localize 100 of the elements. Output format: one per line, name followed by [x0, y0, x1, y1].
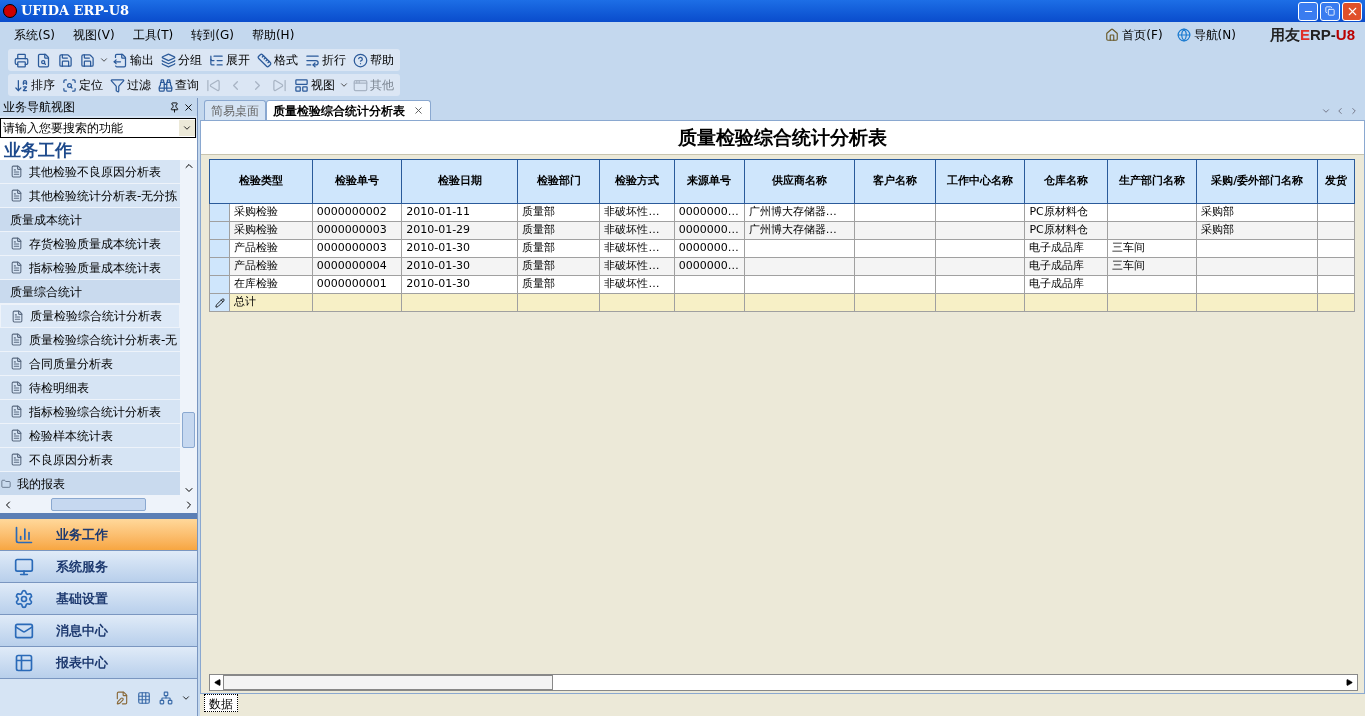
column-header[interactable]: 检验类型 [209, 159, 313, 204]
table-cell: 2010-01-30 [401, 257, 518, 276]
table-cell: 质量部 [517, 221, 600, 240]
tab-left-icon[interactable] [1335, 106, 1345, 116]
document-icon[interactable] [115, 690, 129, 705]
hierarchy-icon[interactable] [159, 690, 173, 705]
close-icon[interactable] [413, 105, 424, 116]
first-icon [206, 77, 221, 93]
table-cell: 广州博大存储器… [744, 203, 855, 222]
vertical-scrollbar[interactable] [180, 160, 197, 496]
restore-button[interactable] [1320, 1, 1340, 21]
toolbar-button[interactable]: 视图 [291, 75, 338, 95]
dropdown-caret-icon[interactable] [99, 55, 109, 65]
tab-right-icon[interactable] [1349, 106, 1359, 116]
menu-item[interactable]: 系统(S) [12, 26, 57, 44]
toolbar-button[interactable]: 定位 [59, 75, 106, 95]
column-header[interactable]: 采购/委外部门名称 [1196, 159, 1318, 204]
toolbar-button[interactable]: 分组 [158, 50, 205, 70]
total-label: 总计 [229, 293, 313, 312]
toolbar-button[interactable]: 过滤 [107, 75, 154, 95]
toolbar-button[interactable]: 格式 [254, 50, 301, 70]
table-cell [1317, 203, 1355, 222]
table-cell: 电子成品库 [1024, 275, 1108, 294]
scroll-thumb[interactable] [223, 675, 553, 690]
document-tab[interactable]: 简易桌面 [204, 100, 266, 120]
table-cell: 产品检验 [229, 257, 313, 276]
header-link[interactable]: 导航(N) [1176, 26, 1236, 44]
tree-item[interactable]: 质量检验综合统计分析表 [0, 304, 180, 328]
edit-icon [214, 297, 225, 308]
document-arrow-icon [113, 52, 128, 68]
pin-icon[interactable] [169, 101, 180, 113]
column-header[interactable]: 发货 [1317, 159, 1355, 204]
table-cell: 2010-01-29 [401, 221, 518, 240]
menu-item[interactable]: 视图(V) [71, 26, 117, 44]
close-button[interactable] [1342, 1, 1362, 21]
scroll-right-icon[interactable] [1346, 679, 1353, 686]
tree-group[interactable]: 我的报表 [0, 472, 180, 496]
column-header[interactable]: 客户名称 [854, 159, 936, 204]
column-header[interactable]: 工作中心名称 [935, 159, 1025, 204]
menu-item[interactable]: 帮助(H) [249, 26, 297, 44]
report-title: 质量检验综合统计分析表 [677, 125, 888, 151]
table-cell: 质量部 [517, 239, 600, 258]
column-header[interactable]: 生产部门名称 [1107, 159, 1197, 204]
home-icon [1105, 28, 1120, 42]
document-tab[interactable]: 质量检验综合统计分析表 [266, 100, 431, 120]
report-icon [11, 309, 24, 323]
report-icon [10, 381, 23, 394]
report-icon [10, 165, 23, 178]
nav-section-button[interactable]: 系统服务 [0, 551, 197, 583]
close-icon[interactable] [183, 101, 194, 113]
column-header[interactable]: 检验单号 [312, 159, 402, 204]
printer-icon [14, 52, 29, 68]
scroll-thumb[interactable] [182, 412, 195, 448]
table-cell: 0000000… [674, 257, 745, 276]
sheet-tab[interactable]: 数据 [204, 694, 238, 712]
search-field[interactable]: 请输入您要搜索的功能 [0, 118, 196, 138]
horizontal-scrollbar[interactable] [0, 496, 197, 513]
dropdown-caret-icon[interactable] [339, 80, 349, 90]
nav-section-button[interactable]: 报表中心 [0, 647, 197, 679]
report-icon [10, 453, 23, 466]
table-cell: 非破坏性… [599, 221, 675, 240]
preview-icon [36, 52, 51, 68]
table-cell: 质量部 [517, 275, 600, 294]
header-link[interactable]: 首页(F) [1105, 26, 1163, 44]
table-cell: 0000000002 [312, 203, 402, 222]
column-header[interactable]: 供应商名称 [744, 159, 855, 204]
report-icon [10, 357, 23, 370]
toolbar-button[interactable]: 输出 [110, 50, 157, 70]
nav-section-button[interactable]: 基础设置 [0, 583, 197, 615]
last-icon [272, 77, 287, 93]
table-cell: PC原材料仓 [1024, 221, 1108, 240]
tree-group[interactable]: 质量成本统计 [0, 208, 180, 232]
horizontal-scrollbar[interactable] [209, 674, 1358, 691]
tree-group[interactable]: 质量综合统计 [0, 280, 180, 304]
table-cell: 采购检验 [229, 221, 313, 240]
minimize-button[interactable] [1298, 1, 1318, 21]
column-header[interactable]: 检验方式 [599, 159, 675, 204]
report-icon [10, 261, 23, 274]
column-header[interactable]: 来源单号 [674, 159, 745, 204]
toolbar-button[interactable]: 帮助 [350, 50, 397, 70]
table-cell: 三车间 [1107, 257, 1197, 276]
scroll-thumb[interactable] [51, 498, 146, 511]
panel-title: 业务导航视图 [3, 99, 75, 116]
column-header[interactable]: 检验部门 [517, 159, 600, 204]
toolbar-button[interactable]: 展开 [206, 50, 253, 70]
report-icon [10, 405, 23, 418]
toolbar-button[interactable]: 查询 [155, 75, 202, 95]
toolbar-button[interactable]: 排序 [11, 75, 58, 95]
scroll-left-icon[interactable] [214, 679, 221, 686]
nav-section-button[interactable]: 消息中心 [0, 615, 197, 647]
column-header[interactable]: 仓库名称 [1024, 159, 1108, 204]
grid-icon[interactable] [137, 690, 151, 705]
nav-section-button[interactable]: 业务工作 [0, 519, 197, 551]
menu-item[interactable]: 转到(G) [189, 26, 236, 44]
table-cell: 2010-01-30 [401, 239, 518, 258]
column-header[interactable]: 检验日期 [401, 159, 518, 204]
table-cell: 采购检验 [229, 203, 313, 222]
table-cell [1317, 257, 1355, 276]
toolbar-button[interactable]: 折行 [302, 50, 349, 70]
menu-item[interactable]: 工具(T) [130, 26, 176, 44]
